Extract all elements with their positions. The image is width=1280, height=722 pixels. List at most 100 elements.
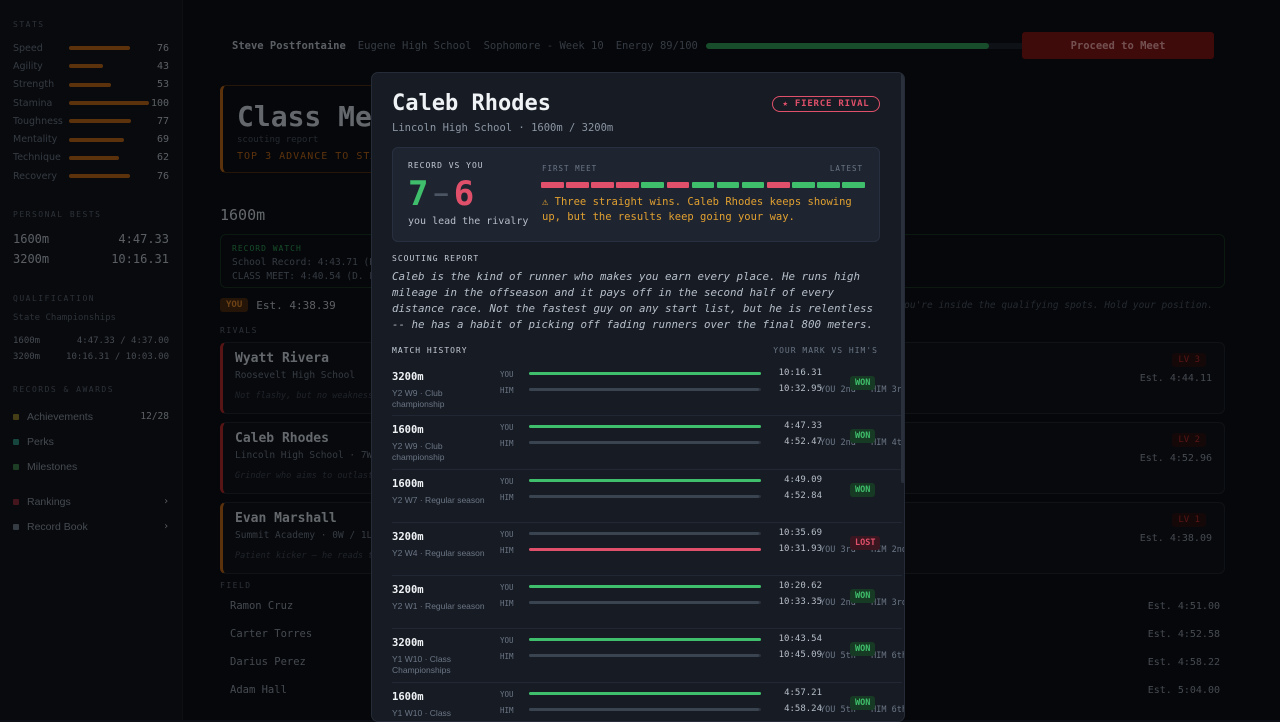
you-label: YOU bbox=[500, 583, 514, 593]
him-time: 4:52.84 bbox=[784, 490, 822, 501]
him-time-bar-fill bbox=[529, 441, 759, 445]
you-time-bar bbox=[529, 691, 761, 695]
you-time-bar bbox=[529, 425, 761, 429]
rivalry-record-panel: RECORD VS YOU 7 – 6 you lead the rivalry… bbox=[392, 147, 880, 242]
him-mark-line: HIM 10:45.09 YOU 5th · HIM 6th bbox=[500, 650, 904, 662]
him-time-bar bbox=[529, 707, 761, 711]
match-result-badge: WON bbox=[850, 695, 876, 710]
you-time-bar bbox=[529, 478, 761, 482]
result-dot-win bbox=[741, 182, 765, 188]
him-label: HIM bbox=[500, 386, 514, 395]
app: STATS Speed76Agility43Strength53Stamina1… bbox=[0, 0, 1280, 722]
you-mark-line: YOU 10:35.69 bbox=[500, 528, 902, 540]
wins-count: 7 bbox=[408, 174, 429, 214]
match-result-badge: LOST bbox=[850, 535, 881, 550]
match-context: Y2 W9 · Club championship bbox=[392, 388, 445, 409]
you-label: YOU bbox=[500, 370, 514, 379]
record-vs-you-label: RECORD VS YOU bbox=[408, 161, 484, 170]
rival-school-events: Lincoln High School · 1600m / 3200m bbox=[392, 122, 614, 134]
scouting-report-heading: SCOUTING REPORT bbox=[392, 254, 480, 263]
him-time-bar bbox=[529, 494, 761, 498]
you-time: 10:35.69 bbox=[778, 527, 822, 538]
you-time-bar-fill bbox=[529, 425, 761, 429]
result-dot-win bbox=[842, 182, 865, 188]
match-event: 1600m bbox=[392, 690, 424, 703]
match-context: Y2 W7 · Regular season bbox=[392, 494, 485, 505]
result-dot-loss bbox=[766, 182, 790, 188]
match-event: 1600m bbox=[392, 477, 424, 490]
match-result-badge: WON bbox=[850, 376, 876, 390]
match-row: 1600mY1 W10 · Class ChampionshipsYOU4:57… bbox=[392, 683, 904, 721]
match-result-badge: WON bbox=[850, 589, 876, 604]
rival-profile-modal: Caleb Rhodes Lincoln High School · 1600m… bbox=[371, 72, 905, 722]
him-label: HIM bbox=[500, 705, 514, 715]
you-label: YOU bbox=[500, 529, 514, 539]
him-mark-line: HIM 10:31.93 YOU 3rd · HIM 2nd bbox=[500, 543, 904, 556]
him-time-bar bbox=[529, 547, 761, 551]
you-mark-line: YOU 10:20.62 bbox=[500, 581, 902, 593]
you-time-bar bbox=[529, 531, 761, 535]
result-dot-loss bbox=[666, 182, 690, 188]
match-row: 1600m Y2 W7 · Regular season YOU 4:49.09 HIM… bbox=[392, 470, 902, 523]
you-time-bar-fill bbox=[529, 638, 761, 642]
you-time: 10:20.62 bbox=[778, 581, 822, 592]
match-event: 3200m bbox=[392, 637, 424, 650]
match-event: 1600m bbox=[392, 424, 424, 437]
you-time-bar bbox=[529, 372, 761, 375]
you-label: YOU bbox=[500, 689, 514, 699]
modal-header: Caleb Rhodes Lincoln High School · 1600m… bbox=[392, 91, 613, 134]
him-label: HIM bbox=[500, 545, 514, 555]
losses-count: 6 bbox=[453, 174, 475, 214]
result-dot-loss bbox=[566, 182, 589, 188]
match-row: 3200m Y2 W4 · Regular season YOU 10:35.69 HI… bbox=[392, 523, 904, 577]
results-strip bbox=[541, 182, 865, 188]
you-mark-line: YOU 10:43.54 bbox=[500, 634, 902, 646]
him-mark-line: HIM 4:52.47 YOU 2nd · HIM 4th bbox=[500, 437, 904, 449]
result-dot-win bbox=[691, 182, 715, 188]
you-label: YOU bbox=[500, 476, 514, 486]
him-mark-line: HIM 4:52.84 bbox=[500, 491, 902, 503]
you-label: YOU bbox=[500, 423, 514, 433]
you-time-bar-fill bbox=[529, 372, 761, 375]
match-row: 3200m Y2 W1 · Regular season YOU 10:20.62 HI… bbox=[392, 576, 904, 630]
match-context: Y2 W4 · Regular season bbox=[392, 547, 485, 558]
him-time-bar-fill bbox=[529, 547, 761, 551]
you-time-bar-fill bbox=[529, 478, 761, 482]
you-time-bar-fill bbox=[529, 691, 761, 695]
you-time-bar bbox=[529, 585, 761, 589]
match-result-badge: WON bbox=[850, 482, 876, 497]
him-mark-line: HIM 10:32.95 YOU 2nd · HIM 3rd bbox=[500, 384, 904, 396]
him-mark-line: HIM 10:33.35 YOU 2nd · HIM 3rd bbox=[500, 597, 904, 609]
you-time-bar-fill bbox=[529, 531, 759, 535]
him-time-bar-fill bbox=[529, 601, 759, 605]
result-dot-win bbox=[716, 182, 740, 188]
match-context: Y1 W10 · Class Championships bbox=[392, 654, 452, 676]
him-time-bar-fill bbox=[529, 654, 759, 658]
match-history-legend: YOUR MARK VS HIM'S bbox=[773, 346, 878, 355]
result-dot-loss bbox=[616, 182, 639, 188]
first-meet-label: FIRST MEET bbox=[542, 164, 598, 173]
result-dot-win bbox=[792, 182, 815, 188]
him-mark-line: HIM 4:58.24 YOU 5th · HIM 6th bbox=[500, 704, 904, 716]
rivalry-lead-text: you lead the rivalry bbox=[408, 216, 529, 227]
match-history-heading: MATCH HISTORY bbox=[392, 346, 468, 355]
modal-scrollbar[interactable] bbox=[901, 73, 904, 483]
him-time-bar-fill bbox=[529, 707, 759, 711]
him-time: 10:33.35 bbox=[778, 597, 822, 608]
match-history-list: 3200m Y2 W9 · Club championship YOU 10:16.3… bbox=[392, 363, 904, 721]
rivalry-score: 7 – 6 bbox=[408, 174, 474, 214]
you-time-bar bbox=[529, 638, 761, 642]
result-dot-win bbox=[817, 182, 840, 188]
him-label: HIM bbox=[500, 652, 514, 662]
you-time: 4:49.09 bbox=[784, 474, 822, 485]
him-time-bar bbox=[529, 654, 761, 658]
him-time-bar bbox=[529, 388, 761, 391]
him-time: 4:52.47 bbox=[784, 437, 822, 448]
you-mark-line: YOU 4:57.21 bbox=[500, 688, 902, 700]
him-time: 10:31.93 bbox=[778, 543, 822, 554]
you-label: YOU bbox=[500, 636, 514, 646]
you-mark-line: YOU 10:16.31 bbox=[500, 368, 902, 380]
match-row: 3200m Y1 W10 · Class Championships YOU 10:4… bbox=[392, 629, 904, 683]
him-time-bar-fill bbox=[529, 494, 759, 498]
you-time: 10:43.54 bbox=[778, 634, 822, 645]
